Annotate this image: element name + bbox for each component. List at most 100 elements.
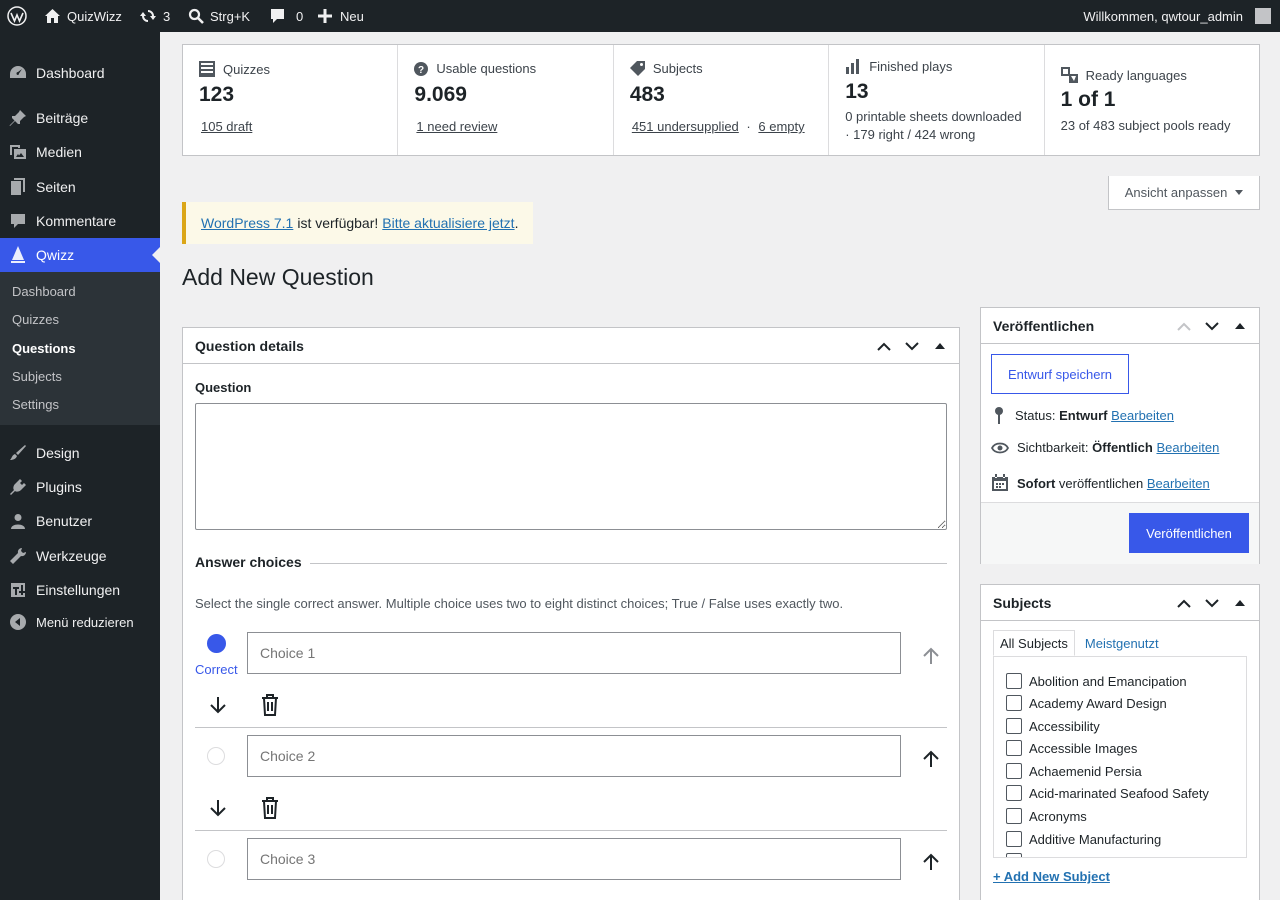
qwizz-submenu: Dashboard Quizzes Questions Subjects Set… bbox=[0, 272, 160, 425]
comments-link[interactable]: 0 bbox=[270, 0, 303, 32]
chevron-down-icon bbox=[905, 341, 919, 350]
stat-label: Quizzes bbox=[223, 61, 270, 77]
edit-schedule-link[interactable]: Bearbeiten bbox=[1147, 476, 1210, 491]
checkbox[interactable] bbox=[1006, 695, 1022, 711]
checkbox[interactable] bbox=[1006, 785, 1022, 801]
users-icon bbox=[11, 514, 25, 529]
move-choice-down-button[interactable] bbox=[206, 693, 230, 717]
move-up-button[interactable] bbox=[1171, 313, 1197, 339]
menu-item-dashboard[interactable]: Dashboard bbox=[0, 56, 160, 90]
delete-choice-button[interactable] bbox=[258, 796, 282, 820]
checkbox[interactable] bbox=[1006, 831, 1022, 847]
search-shortcut[interactable]: Strg+K bbox=[188, 0, 250, 32]
triangle-up-icon bbox=[1235, 600, 1245, 606]
needs-review-link[interactable]: 1 need review bbox=[416, 119, 497, 134]
move-down-button[interactable] bbox=[1199, 590, 1225, 616]
account-menu[interactable]: Willkommen, qwtour_admin bbox=[1083, 0, 1271, 32]
checkbox[interactable] bbox=[1006, 673, 1022, 689]
submenu-item-quizzes[interactable]: Quizzes bbox=[12, 312, 59, 327]
move-choice-up-button[interactable] bbox=[919, 747, 943, 771]
subject-checkbox-item[interactable]: Additive Manufacturing bbox=[1006, 831, 1161, 847]
move-choice-up-button[interactable] bbox=[919, 644, 943, 668]
menu-item-settings[interactable]: Einstellungen bbox=[0, 573, 160, 607]
checkbox[interactable] bbox=[1006, 763, 1022, 779]
settings-icon bbox=[11, 583, 25, 597]
edit-visibility-link[interactable]: Bearbeiten bbox=[1156, 440, 1219, 455]
menu-item-qwizz[interactable]: Qwizz bbox=[0, 238, 160, 272]
edit-status-link[interactable]: Bearbeiten bbox=[1111, 408, 1174, 423]
updates-link[interactable]: 3 bbox=[139, 0, 170, 32]
menu-item-pages[interactable]: Seiten bbox=[0, 170, 160, 204]
new-content-link[interactable]: Neu bbox=[318, 0, 364, 32]
tag-icon bbox=[629, 61, 645, 76]
empty-link[interactable]: 6 empty bbox=[758, 119, 804, 134]
choice-input[interactable] bbox=[247, 838, 901, 880]
checkbox[interactable] bbox=[1006, 718, 1022, 734]
move-down-button[interactable] bbox=[1199, 313, 1225, 339]
submenu-item-settings[interactable]: Settings bbox=[12, 397, 59, 412]
save-draft-button[interactable]: Entwurf speichern bbox=[991, 354, 1129, 394]
publish-button[interactable]: Veröffentlichen bbox=[1129, 513, 1249, 553]
subject-checkbox-item[interactable]: Accessible Images bbox=[1006, 740, 1137, 756]
menu-item-design[interactable]: Design bbox=[0, 436, 160, 470]
wordpress-logo-icon[interactable] bbox=[7, 0, 27, 32]
move-choice-up-button[interactable] bbox=[919, 850, 943, 874]
submenu-item-dashboard[interactable]: Dashboard bbox=[12, 284, 76, 299]
checkbox[interactable] bbox=[1006, 740, 1022, 756]
pin-icon bbox=[9, 110, 26, 126]
tab-most-used[interactable]: Meistgenutzt bbox=[1079, 630, 1165, 656]
toggle-panel-button[interactable] bbox=[1227, 313, 1253, 339]
media-icon bbox=[10, 145, 26, 159]
greeting: Willkommen, qwtour_admin bbox=[1083, 8, 1243, 24]
screen-options-toggle[interactable]: Ansicht anpassen bbox=[1108, 176, 1260, 210]
tab-all-subjects[interactable]: All Subjects bbox=[993, 630, 1075, 656]
subject-checkbox-item[interactable]: Accessibility bbox=[1006, 718, 1100, 734]
delete-choice-button[interactable] bbox=[258, 693, 282, 717]
move-up-button[interactable] bbox=[871, 333, 897, 359]
menu-item-posts[interactable]: Beiträge bbox=[0, 101, 160, 135]
correct-radio[interactable] bbox=[207, 634, 226, 653]
move-down-button[interactable] bbox=[899, 333, 925, 359]
subjects-checklist[interactable]: Abolition and Emancipation Academy Award… bbox=[993, 656, 1247, 858]
question-textarea[interactable] bbox=[195, 403, 947, 530]
subject-checkbox-item[interactable]: Acid-marinated Seafood Safety bbox=[1006, 785, 1209, 801]
menu-label: Werkzeuge bbox=[36, 548, 107, 564]
updates-icon bbox=[140, 10, 156, 22]
brush-icon bbox=[10, 445, 26, 460]
publish-box: Veröffentlichen Entwurf speichern Status… bbox=[980, 307, 1260, 564]
undersupplied-link[interactable]: 451 undersupplied bbox=[632, 119, 739, 134]
menu-item-comments[interactable]: Kommentare bbox=[0, 204, 160, 238]
stat-usable-questions: ? Usable questions 9.069 1 need review bbox=[398, 45, 614, 155]
toggle-panel-button[interactable] bbox=[927, 333, 953, 359]
update-now-link[interactable]: Bitte aktualisiere jetzt bbox=[382, 215, 514, 231]
correct-radio[interactable] bbox=[207, 850, 225, 868]
submenu-item-questions[interactable]: Questions bbox=[12, 341, 76, 356]
divider bbox=[310, 563, 947, 564]
choice-input[interactable] bbox=[247, 632, 901, 674]
menu-collapse[interactable]: Menü reduzieren bbox=[0, 605, 160, 639]
subject-checkbox-item[interactable]: Achaemenid Persia bbox=[1006, 763, 1142, 779]
site-name-link[interactable]: QuizWizz bbox=[44, 0, 122, 32]
add-new-subject-link[interactable]: + Add New Subject bbox=[993, 869, 1110, 884]
chevron-up-icon bbox=[1177, 599, 1191, 608]
subject-checkbox-item[interactable]: Abolition and Emancipation bbox=[1006, 673, 1187, 689]
menu-item-plugins[interactable]: Plugins bbox=[0, 470, 160, 504]
choice-input[interactable] bbox=[247, 735, 901, 777]
drafts-link[interactable]: 105 draft bbox=[201, 119, 252, 134]
menu-item-media[interactable]: Medien bbox=[0, 135, 160, 169]
wordpress-version-link[interactable]: WordPress 7.1 bbox=[201, 215, 293, 231]
checkbox[interactable] bbox=[1006, 808, 1022, 824]
menu-item-users[interactable]: Benutzer bbox=[0, 504, 160, 538]
move-choice-down-button[interactable] bbox=[206, 796, 230, 820]
submenu-item-subjects[interactable]: Subjects bbox=[12, 369, 62, 384]
toggle-panel-button[interactable] bbox=[1227, 590, 1253, 616]
correct-radio[interactable] bbox=[207, 747, 225, 765]
notice-end: . bbox=[514, 215, 519, 231]
subject-checkbox-item[interactable]: Acronyms bbox=[1006, 808, 1087, 824]
menu-item-tools[interactable]: Werkzeuge bbox=[0, 539, 160, 573]
checkbox[interactable] bbox=[1006, 853, 1022, 857]
comments-count: 0 bbox=[296, 8, 304, 24]
subject-checkbox-item[interactable]: Academy Award Design bbox=[1006, 695, 1167, 711]
move-up-button[interactable] bbox=[1171, 590, 1197, 616]
subject-checkbox-item[interactable] bbox=[1006, 853, 1022, 857]
